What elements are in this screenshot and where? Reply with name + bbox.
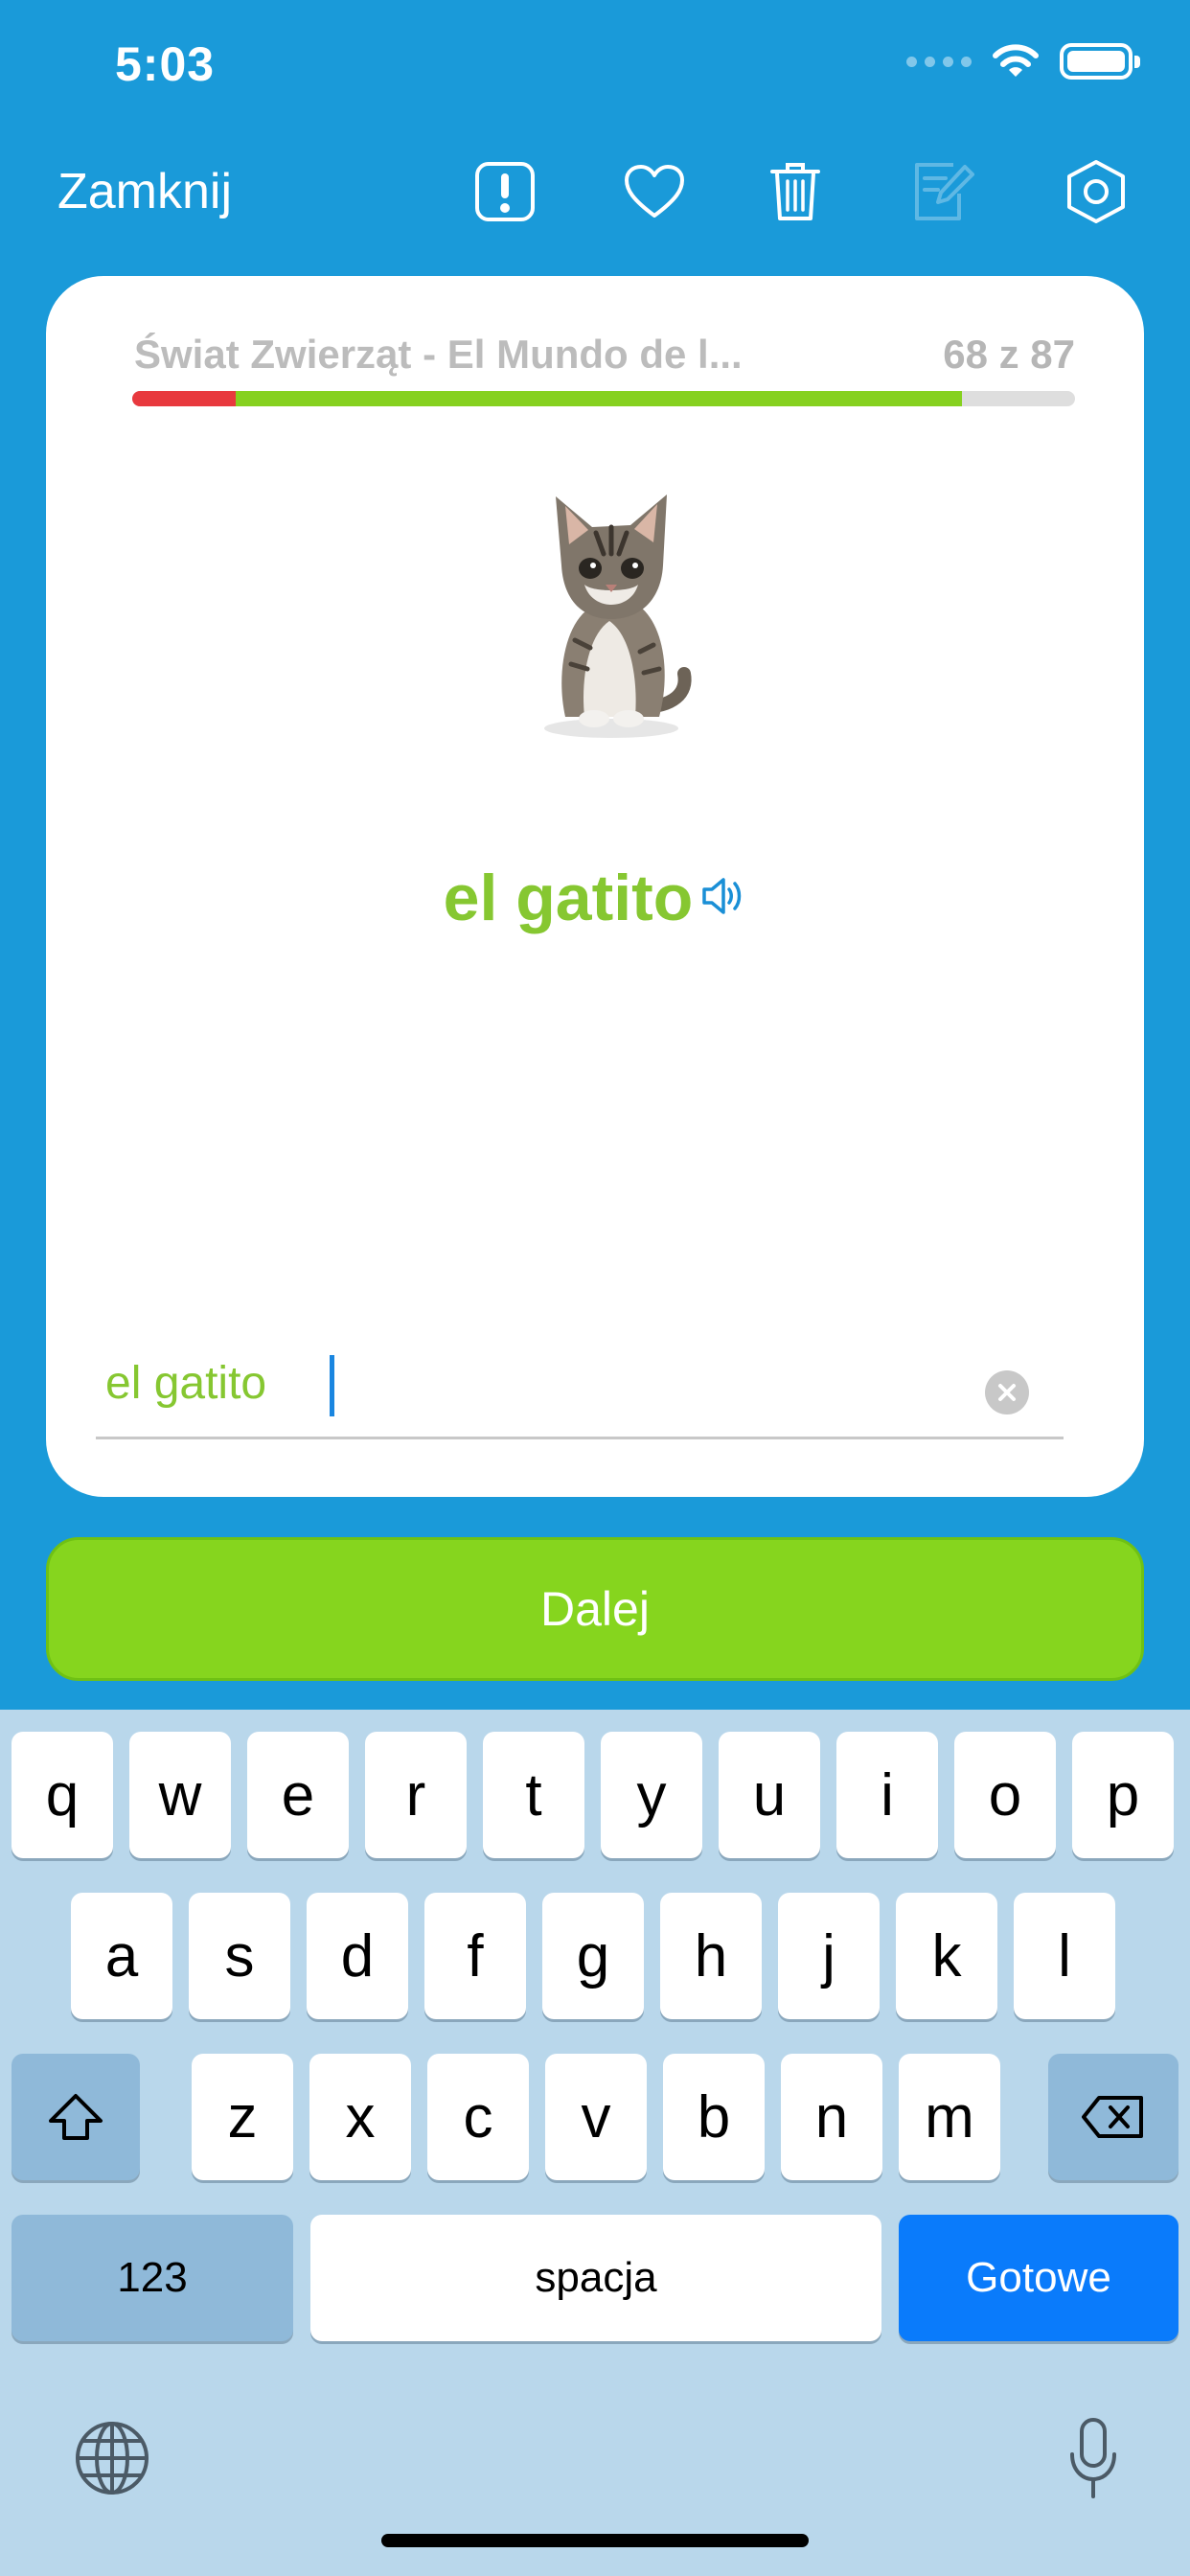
backspace-icon [1082,2096,1143,2138]
close-button[interactable]: Zamknij [57,163,232,220]
cellular-signal-icon [906,56,972,67]
progress-bar [132,391,1075,406]
key-u[interactable]: u [719,1732,820,1858]
key-v[interactable]: v [545,2054,647,2180]
globe-button[interactable] [69,2415,155,2501]
answer-input-value: el gatito [105,1358,267,1409]
globe-icon [76,2422,149,2495]
flashcard-word: el gatito [443,862,694,934]
edit-icon [915,163,974,220]
flashcard: Świat Zwierząt - El Mundo de l... 68 z 8… [46,276,1144,1497]
word-row: el gatito [46,861,1144,935]
progress-correct-segment [236,391,962,406]
numbers-key[interactable]: 123 [11,2215,293,2341]
speaker-button[interactable] [700,875,746,922]
status-icons [906,42,1140,80]
card-counter: 68 z 87 [943,332,1075,377]
deck-title: Świat Zwierząt - El Mundo de l... [134,332,743,377]
key-s[interactable]: s [189,1893,290,2019]
keyboard: qwertyuiop asdfghjkl zxcvbnm 123 spacja … [0,1710,1190,2576]
kitten-image [496,477,726,746]
key-m[interactable]: m [899,2054,1000,2180]
key-n[interactable]: n [781,2054,882,2180]
next-button[interactable]: Dalej [46,1537,1144,1681]
key-e[interactable]: e [247,1732,349,1858]
report-button[interactable] [467,153,543,230]
key-a[interactable]: a [71,1893,172,2019]
key-b[interactable]: b [663,2054,765,2180]
report-icon [475,162,535,221]
key-x[interactable]: x [309,2054,411,2180]
key-h[interactable]: h [660,1893,762,2019]
key-q[interactable]: q [11,1732,113,1858]
heart-icon [625,165,684,218]
clear-input-button[interactable] [985,1370,1029,1414]
speaker-icon [702,877,742,914]
dictation-button[interactable] [1050,2411,1136,2507]
settings-button[interactable] [1058,153,1134,230]
key-p[interactable]: p [1072,1732,1174,1858]
key-f[interactable]: f [424,1893,526,2019]
status-time: 5:03 [115,37,216,91]
key-r[interactable]: r [365,1732,467,1858]
key-o[interactable]: o [954,1732,1056,1858]
key-l[interactable]: l [1014,1893,1115,2019]
key-d[interactable]: d [307,1893,408,2019]
favorite-button[interactable] [616,153,693,230]
clear-icon [998,1384,1016,1401]
key-k[interactable]: k [896,1893,997,2019]
key-j[interactable]: j [778,1893,880,2019]
settings-icon [1067,160,1125,223]
shift-icon [49,2094,103,2140]
key-y[interactable]: y [601,1732,702,1858]
status-bar: 5:03 [0,0,1190,134]
done-key[interactable]: Gotowe [899,2215,1179,2341]
shift-key[interactable] [11,2054,140,2180]
space-key[interactable]: spacja [310,2215,881,2341]
delete-button[interactable] [757,153,834,230]
home-indicator [381,2534,809,2547]
progress-wrong-segment [132,391,237,406]
battery-icon [1060,43,1140,80]
key-z[interactable]: z [192,2054,293,2180]
toolbar: Zamknij [0,144,1190,240]
text-caret [330,1355,334,1416]
key-c[interactable]: c [427,2054,529,2180]
wifi-icon [993,44,1039,77]
key-g[interactable]: g [542,1893,644,2019]
edit-button[interactable] [904,153,981,230]
trash-icon [770,163,820,220]
microphone-icon [1070,2418,1116,2498]
key-w[interactable]: w [129,1732,231,1858]
key-i[interactable]: i [836,1732,938,1858]
backspace-key[interactable] [1048,2054,1179,2180]
key-t[interactable]: t [483,1732,584,1858]
